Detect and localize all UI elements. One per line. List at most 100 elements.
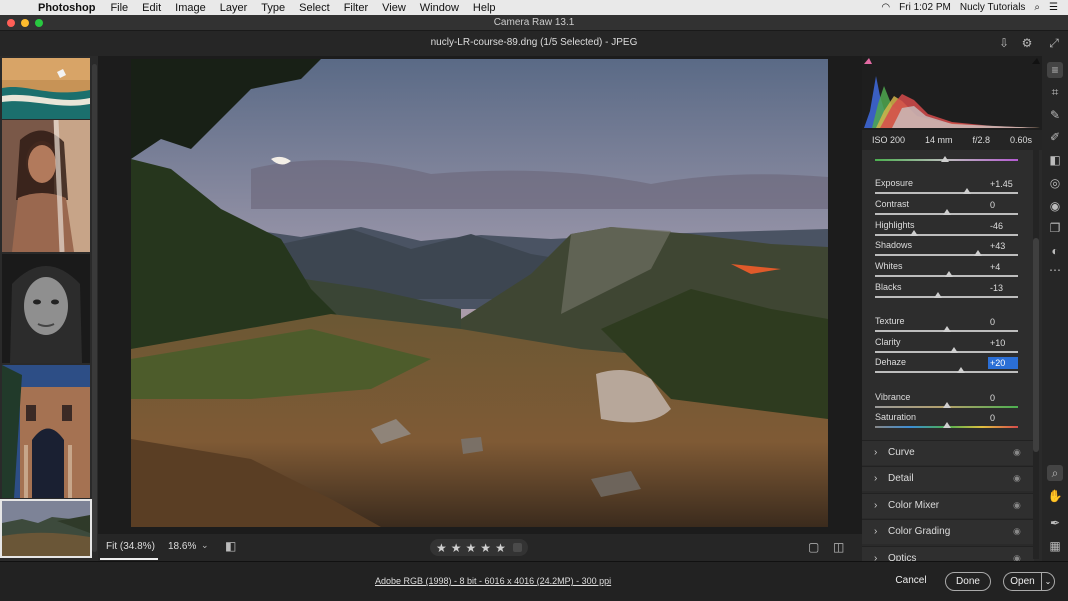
cancel-button[interactable]: Cancel — [887, 572, 935, 591]
save-icon[interactable]: ⇩ — [997, 36, 1011, 50]
eyedropper-icon[interactable]: ✒ — [1047, 515, 1063, 531]
star-icon[interactable]: ★ — [436, 541, 447, 555]
clock[interactable]: Fri 1:02 PM — [899, 2, 951, 13]
section-curve[interactable]: › Curve ◉ — [862, 440, 1034, 465]
vibrance-slider-thumb[interactable] — [942, 402, 951, 408]
before-after-icon[interactable]: ◧ — [225, 539, 236, 553]
control-center-icon[interactable]: ☰ — [1049, 2, 1058, 13]
single-view-icon[interactable]: ▢ — [808, 540, 819, 554]
section-label: Color Mixer — [888, 500, 940, 511]
star-icon[interactable]: ★ — [480, 541, 491, 555]
dehaze-slider-track[interactable] — [875, 371, 1018, 373]
texture-slider-thumb[interactable] — [942, 326, 951, 332]
star-icon[interactable]: ★ — [466, 541, 477, 555]
vibrance-value[interactable]: 0 — [988, 392, 1018, 404]
texture-value[interactable]: 0 — [988, 316, 1018, 328]
highlights-value[interactable]: -46 — [988, 220, 1018, 232]
section-optics[interactable]: › Optics ◉ — [862, 546, 1034, 561]
clarity-value[interactable]: +10 — [988, 337, 1018, 349]
hand-icon[interactable]: ✋ — [1047, 488, 1063, 504]
edit-sliders-icon[interactable]: ≡ — [1047, 62, 1063, 78]
menu-help[interactable]: Help — [466, 2, 503, 14]
thumbnail-landscape-selected[interactable] — [0, 499, 92, 558]
shadows-slider-track[interactable] — [875, 254, 1018, 256]
clarity-slider-thumb[interactable] — [949, 347, 958, 353]
red-eye-icon[interactable]: ◉ — [1047, 198, 1063, 214]
user-name[interactable]: Nucly Tutorials — [960, 2, 1026, 13]
menu-edit[interactable]: Edit — [135, 2, 168, 14]
grid-icon[interactable]: ▦ — [1047, 538, 1063, 554]
graduated-filter-icon[interactable]: ◧ — [1047, 152, 1063, 168]
menu-type[interactable]: Type — [254, 2, 292, 14]
panel-scrollbar-thumb[interactable] — [1033, 238, 1039, 452]
contrast-slider-thumb[interactable] — [942, 209, 951, 215]
blacks-slider-track[interactable] — [875, 296, 1018, 298]
radial-filter-icon[interactable]: ◎ — [1047, 175, 1063, 191]
exposure-slider-track[interactable] — [875, 192, 1018, 194]
presets-icon[interactable]: ◐ — [1047, 243, 1063, 259]
done-button[interactable]: Done — [945, 572, 991, 591]
focal-length: 14 mm — [924, 135, 953, 145]
panel-scrollbar[interactable] — [1033, 150, 1039, 559]
snapshots-icon[interactable]: ❐ — [1047, 220, 1063, 236]
menu-window[interactable]: Window — [413, 2, 466, 14]
highlights-slider-thumb[interactable] — [909, 230, 918, 236]
dehaze-value[interactable]: +20 — [988, 357, 1018, 369]
dehaze-slider-thumb[interactable] — [956, 367, 965, 373]
workflow-options-link[interactable]: Adobe RGB (1998) - 8 bit - 6016 x 4016 (… — [375, 576, 611, 586]
tint-slider-thumb[interactable] — [941, 156, 949, 162]
thumbnail-architecture[interactable] — [2, 365, 90, 498]
menu-filter[interactable]: Filter — [337, 2, 375, 14]
zoom-level[interactable]: 18.6% — [168, 541, 196, 552]
eye-icon[interactable]: ◉ — [1013, 526, 1021, 537]
menu-app-name[interactable]: Photoshop — [34, 2, 103, 14]
menu-view[interactable]: View — [375, 2, 413, 14]
highlights-slider-track[interactable] — [875, 234, 1018, 236]
menu-file[interactable]: File — [103, 2, 135, 14]
eye-icon[interactable]: ◉ — [1013, 447, 1021, 458]
zoom-icon[interactable]: ⌕ — [1047, 465, 1063, 481]
blacks-value[interactable]: -13 — [988, 282, 1018, 294]
split-view-icon[interactable]: ◫ — [833, 540, 844, 554]
thumbnail-beach[interactable] — [2, 58, 90, 119]
shadows-value[interactable]: +43 — [988, 240, 1018, 252]
fit-zoom-button[interactable]: Fit (34.8%) — [106, 541, 155, 552]
section-detail[interactable]: › Detail ◉ — [862, 466, 1034, 491]
menu-select[interactable]: Select — [292, 2, 337, 14]
more-icon[interactable]: ⋯ — [1047, 262, 1063, 278]
expand-icon[interactable]: ⤢ — [1047, 36, 1061, 50]
eye-icon[interactable]: ◉ — [1013, 473, 1021, 484]
exposure-slider-thumb[interactable] — [962, 188, 971, 194]
filmstrip-scrollbar[interactable] — [92, 64, 97, 552]
star-icon[interactable]: ★ — [451, 541, 462, 555]
blacks-slider-thumb[interactable] — [933, 292, 942, 298]
gear-icon[interactable]: ⚙ — [1020, 36, 1034, 50]
clarity-slider-track[interactable] — [875, 351, 1018, 353]
whites-value[interactable]: +4 — [988, 261, 1018, 273]
eye-icon[interactable]: ◉ — [1013, 553, 1021, 561]
whites-slider-thumb[interactable] — [945, 271, 954, 277]
chevron-down-icon[interactable]: ⌄ — [201, 540, 209, 551]
star-icon[interactable]: ★ — [495, 541, 506, 555]
shadows-slider-thumb[interactable] — [973, 250, 982, 256]
exposure-value[interactable]: +1.45 — [988, 178, 1018, 190]
spotlight-search-icon[interactable]: ⌕ — [1034, 2, 1040, 13]
saturation-slider-thumb[interactable] — [942, 422, 951, 428]
open-options-chevron-icon[interactable]: ⌄ — [1041, 572, 1055, 591]
section-color-grading[interactable]: › Color Grading ◉ — [862, 519, 1034, 544]
open-button[interactable]: Open — [1003, 572, 1041, 591]
healing-icon[interactable]: ✎ — [1047, 107, 1063, 123]
contrast-value[interactable]: 0 — [988, 199, 1018, 211]
brush-icon[interactable]: ✐ — [1047, 129, 1063, 145]
landscape-photo[interactable] — [131, 59, 828, 527]
menu-image[interactable]: Image — [168, 2, 213, 14]
thumbnail-portrait-veil[interactable] — [2, 120, 90, 252]
menu-layer[interactable]: Layer — [213, 2, 255, 14]
eye-icon[interactable]: ◉ — [1013, 500, 1021, 511]
reject-flag-icon[interactable] — [512, 543, 522, 552]
crop-icon[interactable]: ⌗ — [1047, 84, 1063, 100]
saturation-value[interactable]: 0 — [988, 412, 1018, 424]
thumbnail-portrait-bw[interactable] — [2, 254, 90, 363]
wifi-icon[interactable]: ◠ — [881, 2, 890, 13]
section-color-mixer[interactable]: › Color Mixer ◉ — [862, 493, 1034, 518]
